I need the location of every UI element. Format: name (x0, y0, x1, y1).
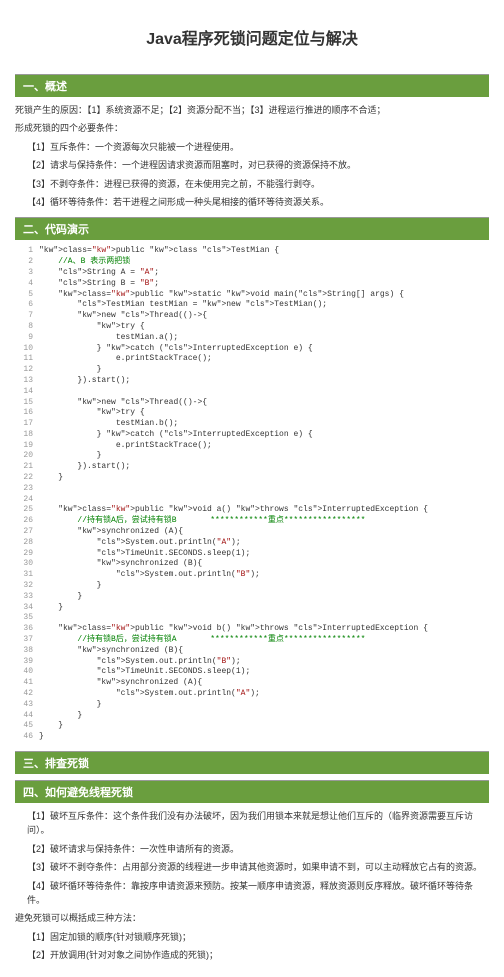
code-line: 26 //持有锁A后，尝试持有锁B ************重点********… (15, 516, 489, 527)
code-line: 20 } (15, 451, 489, 462)
code-line: 29 "cls">TimeUnit.SECONDS.sleep(1); (15, 549, 489, 560)
code-line: 18 } "kw">catch ("cls">InterruptedExcept… (15, 430, 489, 441)
code-line: 17 testMian.b(); (15, 419, 489, 430)
code-line: 44 } (15, 711, 489, 722)
code-line: 25 "kw">class="kw">public "kw">void a() … (15, 505, 489, 516)
avoid-2: 【2】开放调用(针对对象之间协作造成的死锁)； (27, 948, 489, 962)
code-line: 14 (15, 387, 489, 398)
section-3-header: 三、排查死锁 (15, 751, 489, 774)
page-title: Java程序死锁问题定位与解决 (15, 25, 489, 49)
code-line: 5 "kw">class="kw">public "kw">static "kw… (15, 290, 489, 301)
code-line: 40 "cls">TimeUnit.SECONDS.sleep(1); (15, 667, 489, 678)
code-line: 28 "cls">System.out.println("A"); (15, 538, 489, 549)
code-line: 2 //A、B 表示两把锁 (15, 257, 489, 268)
break-1: 【1】破坏互斥条件：这个条件我们没有办法破坏，因为我们用锁本来就是想让他们互斥的… (27, 809, 489, 838)
cond-4: 【4】循环等待条件：若干进程之间形成一种头尾相接的循环等待资源关系。 (27, 195, 489, 209)
section-2-header: 二、代码演示 (15, 217, 489, 240)
code-line: 3 "cls">String A = "A"; (15, 268, 489, 279)
code-line: 11 e.printStackTrace(); (15, 354, 489, 365)
code-line: 35 (15, 613, 489, 624)
code-line: 13 }).start(); (15, 376, 489, 387)
code-line: 41 "kw">synchronized (A){ (15, 678, 489, 689)
avoid-1: 【1】固定加锁的顺序(针对锁顺序死锁)； (27, 930, 489, 944)
code-line: 33 } (15, 592, 489, 603)
code-line: 27 "kw">synchronized (A){ (15, 527, 489, 538)
code-line: 8 "kw">try { (15, 322, 489, 333)
code-line: 9 testMian.a(); (15, 333, 489, 344)
code-line: 12 } (15, 365, 489, 376)
code-line: 15 "kw">new "cls">Thread(()->{ (15, 398, 489, 409)
code-line: 4 "cls">String B = "B"; (15, 279, 489, 290)
conditions-title: 形成死锁的四个必要条件： (15, 121, 489, 135)
code-line: 6 "cls">TestMian testMian = "kw">new "cl… (15, 300, 489, 311)
code-line: 43 } (15, 700, 489, 711)
code-line: 31 "cls">System.out.println("B"); (15, 570, 489, 581)
code-line: 7 "kw">new "cls">Thread(()->{ (15, 311, 489, 322)
code-line: 42 "cls">System.out.println("A"); (15, 689, 489, 700)
section-4-header: 四、如何避免线程死锁 (15, 780, 489, 803)
break-3: 【3】破坏不剥夺条件：占用部分资源的线程进一步申请其他资源时，如果申请不到，可以… (27, 860, 489, 874)
code-line: 37 //持有锁B后，尝试持有锁A ************重点********… (15, 635, 489, 646)
code-line: 19 e.printStackTrace(); (15, 441, 489, 452)
code-line: 39 "cls">System.out.println("B"); (15, 657, 489, 668)
cond-2: 【2】请求与保持条件：一个进程因请求资源而阻塞时，对已获得的资源保持不放。 (27, 158, 489, 172)
code-block: 1"kw">class="kw">public "kw">class "cls"… (15, 246, 489, 743)
code-line: 30 "kw">synchronized (B){ (15, 559, 489, 570)
code-line: 23 (15, 484, 489, 495)
code-line: 38 "kw">synchronized (B){ (15, 646, 489, 657)
cond-1: 【1】互斥条件：一个资源每次只能被一个进程使用。 (27, 140, 489, 154)
section-1-header: 一、概述 (15, 74, 489, 97)
intro-text: 死锁产生的原因：【1】系统资源不足；【2】资源分配不当；【3】进程运行推进的顺序… (15, 103, 489, 117)
avoid-title: 避免死锁可以概括成三种方法： (15, 911, 489, 925)
code-line: 16 "kw">try { (15, 408, 489, 419)
break-2: 【2】破坏请求与保持条件：一次性申请所有的资源。 (27, 842, 489, 856)
code-line: 24 (15, 495, 489, 506)
code-line: 22 } (15, 473, 489, 484)
code-line: 34 } (15, 603, 489, 614)
code-line: 21 }).start(); (15, 462, 489, 473)
code-line: 45 } (15, 721, 489, 732)
code-line: 36 "kw">class="kw">public "kw">void b() … (15, 624, 489, 635)
code-line: 1"kw">class="kw">public "kw">class "cls"… (15, 246, 489, 257)
code-line: 10 } "kw">catch ("cls">InterruptedExcept… (15, 344, 489, 355)
code-line: 46} (15, 732, 489, 743)
break-4: 【4】破坏循环等待条件：靠按序申请资源来预防。按某一顺序申请资源，释放资源则反序… (27, 879, 489, 908)
code-line: 32 } (15, 581, 489, 592)
cond-3: 【3】不剥夺条件：进程已获得的资源，在未使用完之前，不能强行剥夺。 (27, 177, 489, 191)
